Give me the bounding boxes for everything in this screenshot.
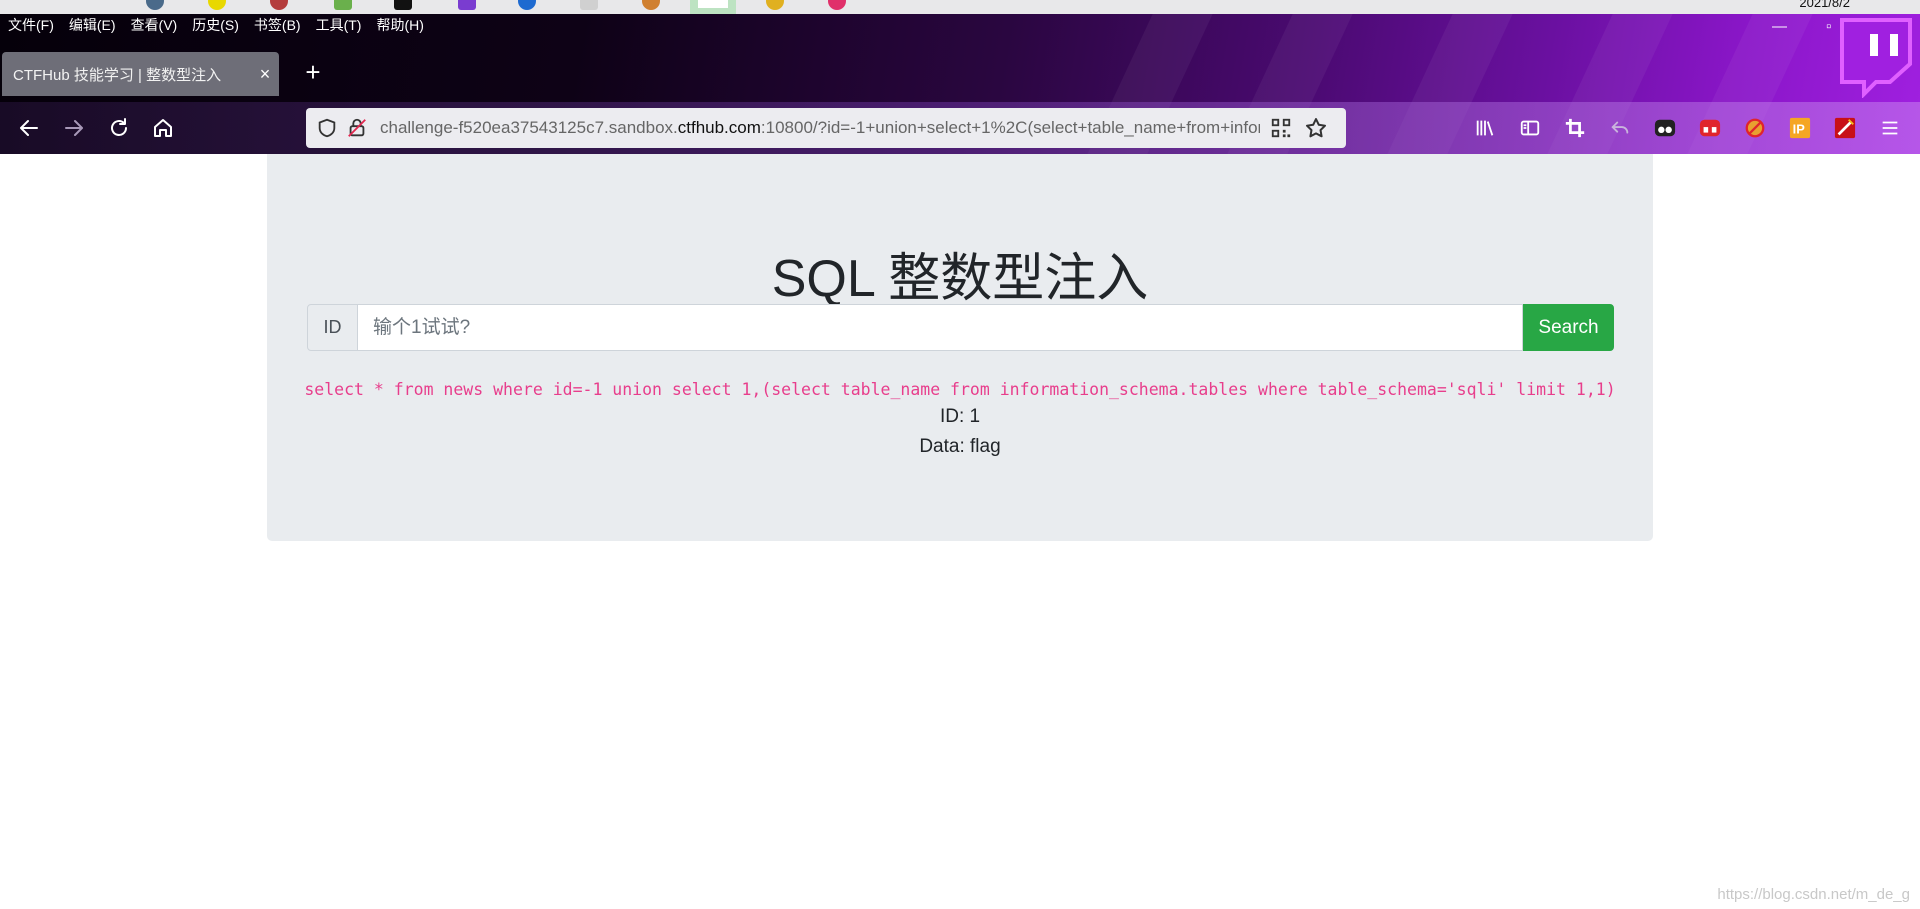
search-form: ID Search: [307, 304, 1614, 351]
undo-arrow-icon[interactable]: [1609, 117, 1631, 139]
hackbar-extension-icon[interactable]: [1834, 117, 1856, 139]
taskbar-strip: 2021/8/2: [0, 0, 1920, 14]
bookmark-star-icon[interactable]: [1304, 116, 1328, 140]
menu-file[interactable]: 文件(F): [8, 14, 54, 36]
csdn-watermark: https://blog.csdn.net/m_de_g: [1717, 886, 1910, 903]
tab-ctfhub[interactable]: CTFHub 技能学习 | 整数型注入 ×: [2, 52, 279, 96]
library-icon[interactable]: [1474, 117, 1496, 139]
menu-tools[interactable]: 工具(T): [316, 14, 362, 36]
id-label: ID: [307, 304, 358, 351]
sql-query-text: select * from news where id=-1 union sel…: [304, 380, 1616, 399]
forward-arrow-icon[interactable]: [62, 116, 88, 142]
result-data: Data: flag: [919, 436, 1001, 457]
page-title: SQL 整数型注入: [771, 250, 1149, 308]
taskbar-app-icon[interactable]: [394, 0, 412, 10]
taskbar-app-icon[interactable]: [334, 0, 352, 10]
menu-bar: 文件(F) 编辑(E) 查看(V) 历史(S) 书签(B) 工具(T) 帮助(H…: [0, 14, 439, 36]
tab-close-icon[interactable]: ×: [251, 64, 279, 85]
id-input[interactable]: [358, 304, 1523, 351]
taskbar-app-icon[interactable]: [580, 0, 598, 10]
tampermonkey-extension-icon[interactable]: [1654, 117, 1676, 139]
reload-icon[interactable]: [107, 116, 133, 142]
home-icon[interactable]: [151, 116, 177, 142]
hamburger-menu-icon[interactable]: [1879, 117, 1901, 139]
ip-extension-icon[interactable]: IP: [1789, 117, 1811, 139]
taskbar-active-app[interactable]: [690, 0, 736, 14]
menu-history[interactable]: 历史(S): [192, 14, 239, 36]
search-button[interactable]: Search: [1523, 304, 1614, 351]
qr-code-icon[interactable]: [1270, 117, 1292, 139]
jumbotron-panel: SQL 整数型注入 ID Search select * from news w…: [267, 154, 1653, 541]
tab-title: CTFHub 技能学习 | 整数型注入: [13, 66, 222, 84]
menu-edit[interactable]: 编辑(E): [69, 14, 116, 36]
shield-icon[interactable]: [316, 117, 338, 139]
menu-bookmarks[interactable]: 书签(B): [254, 14, 301, 36]
minimize-button[interactable]: —: [1772, 18, 1787, 35]
taskbar-app-icon[interactable]: [146, 0, 164, 10]
maximize-button[interactable]: ▫: [1826, 18, 1831, 35]
taskbar-app-icon[interactable]: [458, 0, 476, 10]
menu-view[interactable]: 查看(V): [131, 14, 178, 36]
extension-red-icon[interactable]: [1699, 117, 1721, 139]
menu-help[interactable]: 帮助(H): [376, 14, 423, 36]
crop-screenshot-icon[interactable]: [1564, 117, 1586, 139]
tab-bar: CTFHub 技能学习 | 整数型注入 × +: [0, 52, 1920, 96]
result-id: ID: 1: [939, 406, 981, 427]
sidebar-icon[interactable]: [1519, 117, 1541, 139]
navigation-bar: challenge-f520ea37543125c7.sandbox.ctfhu…: [0, 102, 1920, 154]
taskbar-app-icon[interactable]: [828, 0, 846, 10]
taskbar-app-icon[interactable]: [270, 0, 288, 10]
browser-chrome: 文件(F) 编辑(E) 查看(V) 历史(S) 书签(B) 工具(T) 帮助(H…: [0, 14, 1920, 154]
system-clock: 2021/8/2: [1799, 0, 1850, 10]
taskbar-app-icon[interactable]: [208, 0, 226, 10]
svg-text:IP: IP: [1793, 122, 1806, 137]
url-bar[interactable]: challenge-f520ea37543125c7.sandbox.ctfhu…: [306, 108, 1346, 148]
taskbar-app-icon[interactable]: [642, 0, 660, 10]
new-tab-button[interactable]: +: [296, 56, 330, 90]
back-arrow-icon[interactable]: [17, 116, 43, 142]
taskbar-app-icon[interactable]: [518, 0, 536, 10]
taskbar-app-icon[interactable]: [766, 0, 784, 10]
cookie-block-extension-icon[interactable]: [1744, 117, 1766, 139]
insecure-lock-icon[interactable]: [346, 117, 368, 139]
url-text[interactable]: challenge-f520ea37543125c7.sandbox.ctfhu…: [380, 118, 1260, 138]
